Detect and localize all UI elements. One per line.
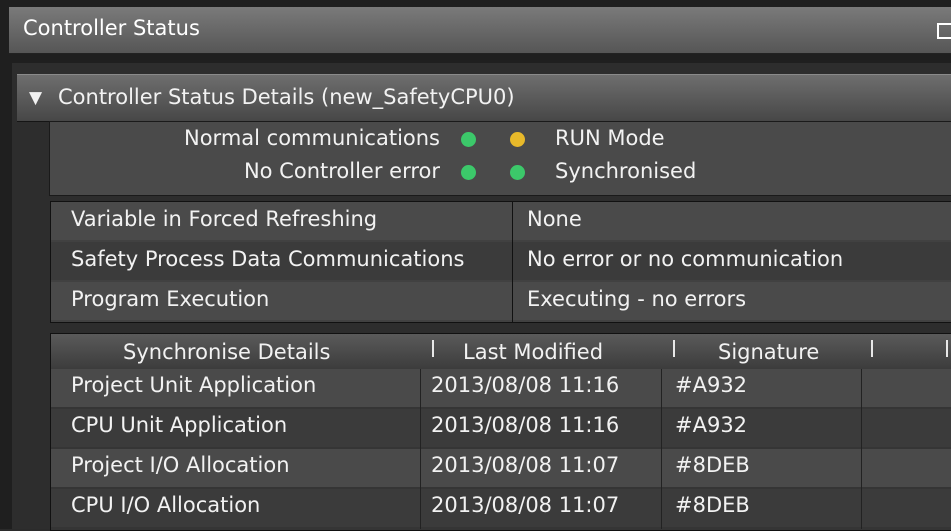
status-left-label: Normal communications <box>184 126 440 150</box>
status-panel: ▼ Controller Status Details (new_SafetyC… <box>12 63 951 531</box>
cell-signature: #A932 <box>675 373 748 397</box>
restore-window-icon[interactable] <box>937 23 951 39</box>
property-row: Safety Process Data Communications No er… <box>51 242 951 280</box>
column-divider <box>661 369 662 529</box>
status-row-communications: Normal communications RUN Mode <box>50 126 951 156</box>
column-resize-handle[interactable] <box>871 340 873 357</box>
cell-detail: CPU Unit Application <box>71 413 288 437</box>
table-header: Synchronise Details Last Modified Signat… <box>51 334 951 369</box>
status-indicator-box: Normal communications RUN Mode No Contro… <box>49 121 951 196</box>
column-resize-handle[interactable] <box>946 340 948 357</box>
property-key: Program Execution <box>71 287 270 311</box>
property-key: Variable in Forced Refreshing <box>71 207 378 231</box>
cell-signature: #8DEB <box>675 453 750 477</box>
cell-detail: CPU I/O Allocation <box>71 493 261 517</box>
table-row[interactable]: Project Unit Application 2013/08/08 11:1… <box>51 369 951 407</box>
cell-last-modified: 2013/08/08 11:07 <box>431 453 620 477</box>
property-value: Executing - no errors <box>527 287 747 311</box>
collapse-triangle-icon[interactable]: ▼ <box>29 88 42 108</box>
communication-led-icon <box>461 132 476 147</box>
window-title: Controller Status <box>23 16 200 40</box>
window-titlebar: Controller Status <box>9 7 951 54</box>
cell-last-modified: 2013/08/08 11:16 <box>431 413 620 437</box>
section-title: Controller Status Details (new_SafetyCPU… <box>58 85 515 109</box>
cell-last-modified: 2013/08/08 11:07 <box>431 493 620 517</box>
synchronise-table: Synchronise Details Last Modified Signat… <box>50 333 951 531</box>
cell-detail: Project I/O Allocation <box>71 453 290 477</box>
cell-detail: Project Unit Application <box>71 373 317 397</box>
cell-signature: #8DEB <box>675 493 750 517</box>
status-right-label: Synchronised <box>555 159 697 183</box>
properties-table: Variable in Forced Refreshing None Safet… <box>50 201 951 323</box>
column-header-signature[interactable]: Signature <box>718 340 819 364</box>
property-value: None <box>527 207 582 231</box>
column-divider <box>512 202 513 322</box>
property-row: Program Execution Executing - no errors <box>51 282 951 320</box>
column-divider <box>861 369 862 529</box>
status-right-label: RUN Mode <box>555 126 665 150</box>
status-row-error: No Controller error Synchronised <box>50 159 951 189</box>
controller-status-window: Controller Status ▼ Controller Status De… <box>0 0 951 531</box>
status-left-label: No Controller error <box>243 159 440 183</box>
error-led-icon <box>461 165 476 180</box>
column-resize-handle[interactable] <box>432 340 434 357</box>
table-row[interactable]: CPU I/O Allocation 2013/08/08 11:07 #8DE… <box>51 489 951 527</box>
column-header-last-modified[interactable]: Last Modified <box>463 340 603 364</box>
column-header-synchronise-details[interactable]: Synchronise Details <box>123 340 330 364</box>
sync-led-icon <box>510 165 525 180</box>
cell-last-modified: 2013/08/08 11:16 <box>431 373 620 397</box>
column-divider <box>420 369 421 529</box>
table-row[interactable]: Project I/O Allocation 2013/08/08 11:07 … <box>51 449 951 487</box>
property-key: Safety Process Data Communications <box>71 247 465 271</box>
table-row[interactable]: CPU Unit Application 2013/08/08 11:16 #A… <box>51 409 951 447</box>
property-value: No error or no communication <box>527 247 844 271</box>
details-section-header[interactable]: ▼ Controller Status Details (new_SafetyC… <box>17 74 951 122</box>
cell-signature: #A932 <box>675 413 748 437</box>
property-row: Variable in Forced Refreshing None <box>51 202 951 240</box>
column-resize-handle[interactable] <box>673 340 675 357</box>
run-mode-led-icon <box>510 132 525 147</box>
